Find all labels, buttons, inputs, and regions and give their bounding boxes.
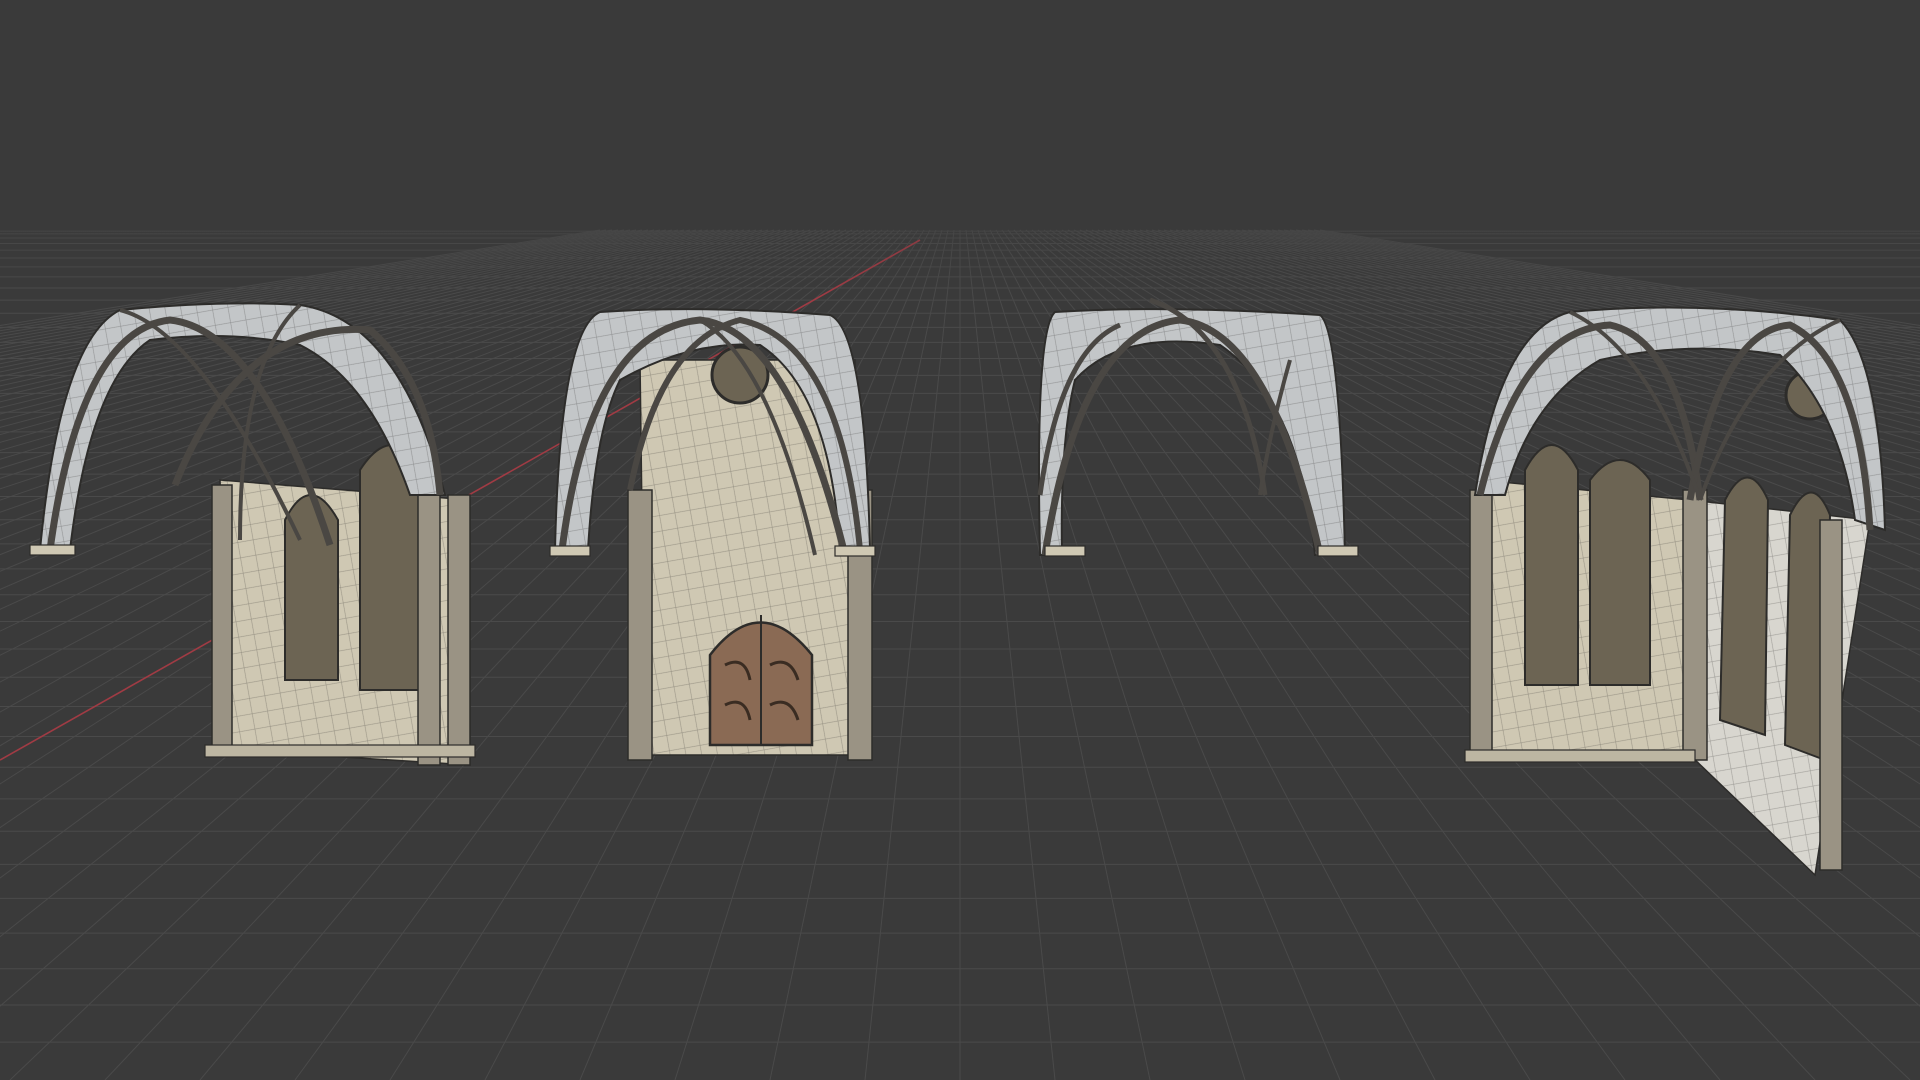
vault-bay-with-windows[interactable]: [29, 302, 476, 766]
open-vault-bay[interactable]: [1037, 297, 1359, 557]
vault-bay-with-door[interactable]: [549, 308, 876, 761]
corner-vault-bay-with-windows[interactable]: [1464, 306, 1887, 877]
grid-line: [965, 229, 1056, 1080]
viewport-scene[interactable]: [0, 0, 1920, 1080]
3d-viewport[interactable]: [0, 0, 1920, 1080]
horizon-fade: [0, 0, 1920, 300]
grid-line: [864, 229, 955, 1080]
